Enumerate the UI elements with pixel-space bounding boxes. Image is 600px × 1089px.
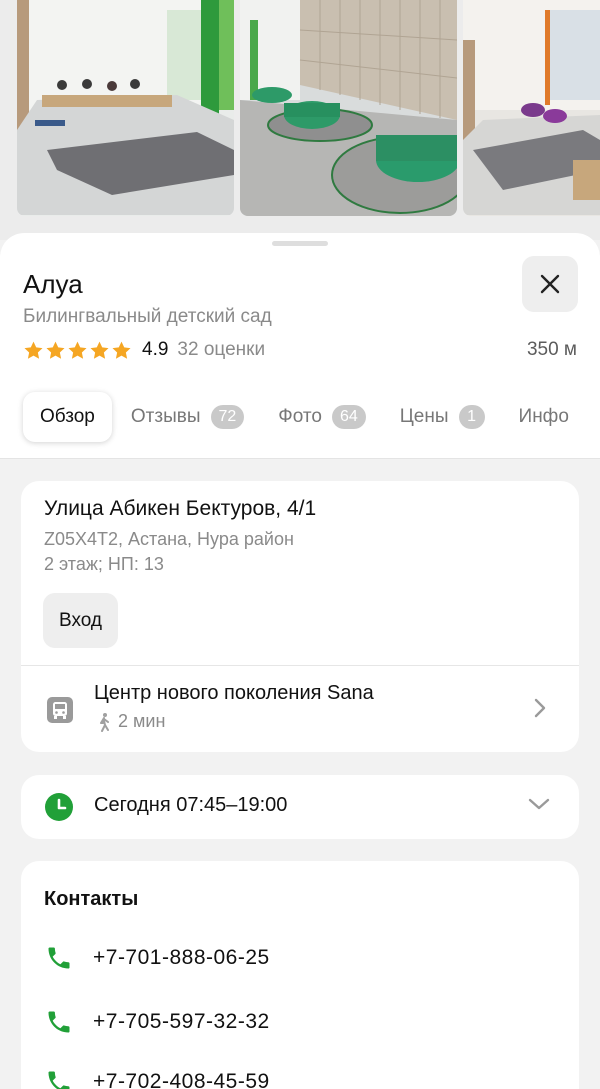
opening-hours-card[interactable]: Сегодня 07:45–19:00 [21,775,579,839]
address-city: Z05X4T2, Астана, Нура район [44,529,294,549]
chevron-right-icon [534,698,546,718]
tab-reviews[interactable]: Отзывы 72 [114,392,261,442]
close-icon [540,274,560,294]
phone-number: +7-701-888-06-25 [93,946,270,969]
tab-label: Обзор [40,406,95,427]
photo-gallery[interactable] [0,0,600,240]
phone-icon [48,947,70,969]
divider [21,665,579,666]
tab-photos[interactable]: Фото 64 [261,392,382,442]
phone-icon [48,1011,70,1033]
star-icon [46,341,65,359]
star-icon [90,341,109,359]
photo-playroom[interactable] [463,0,600,216]
rating-row[interactable]: 4.9 32 оценки [23,338,265,362]
star-icon [68,341,87,359]
address-street[interactable]: Улица Абикен Бектуров, 4/1 [44,497,316,521]
photo-hallway[interactable] [240,0,457,216]
walk-time: 2 мин [118,711,166,731]
tab-overview[interactable]: Обзор [23,392,112,442]
walk-time-row: 2 мин [94,711,165,732]
phone-number: +7-702-408-45-59 [93,1070,270,1089]
address-card: Улица Абикен Бектуров, 4/1 Z05X4T2, Аста… [21,481,579,752]
tab-prices[interactable]: Цены 1 [383,392,502,442]
rating-count: 32 оценки [177,339,266,360]
hours-text: Сегодня 07:45–19:00 [94,794,288,816]
place-title: Алуа [23,269,83,299]
tab-label: Инфо [518,406,569,427]
star-icon [24,341,43,359]
rating-value: 4.9 [142,339,169,360]
star-icon [112,341,131,359]
phone-row[interactable]: +7-705-597-32-32 [45,1008,270,1036]
phone-icon [48,1071,70,1089]
phone-row[interactable]: +7-702-408-45-59 [45,1068,270,1089]
photo-classroom[interactable] [17,0,234,216]
tab-label: Фото [278,406,322,427]
address-floor: 2 этаж; НП: 13 [44,554,164,574]
clock-icon [45,793,73,821]
contacts-title: Контакты [44,888,139,910]
phone-number: +7-705-597-32-32 [93,1010,270,1033]
tab-label: Цены [399,406,449,427]
place-category: Билингвальный детский сад [23,306,272,327]
close-button[interactable] [522,256,578,312]
place-card-sheet: Алуа Билингвальный детский сад 4.9 32 оц… [0,233,600,1089]
phone-row[interactable]: +7-701-888-06-25 [45,944,270,972]
bus-stop-icon [47,697,73,723]
tab-badge: 1 [458,405,485,429]
transit-stop-name: Центр нового поколения Sana [94,682,374,704]
tab-bar: Обзор Отзывы 72 Фото 64 Цены 1 Инфо [0,391,600,443]
rating-stars [23,340,132,361]
entrance-button[interactable]: Вход [43,593,118,648]
distance-label: 350 м [526,339,577,360]
walking-icon [100,712,109,732]
tab-badge: 72 [210,405,245,429]
chevron-down-icon [528,798,550,810]
tab-badge: 64 [331,405,366,429]
tab-label: Отзывы [130,406,201,427]
sheet-grabber-handle[interactable] [272,241,328,246]
place-header: Алуа Билингвальный детский сад 4.9 32 оц… [0,233,600,459]
contacts-card: Контакты +7-701-888-06-25 +7-705-597-32-… [21,861,579,1089]
tab-info[interactable]: Инфо [502,392,586,442]
